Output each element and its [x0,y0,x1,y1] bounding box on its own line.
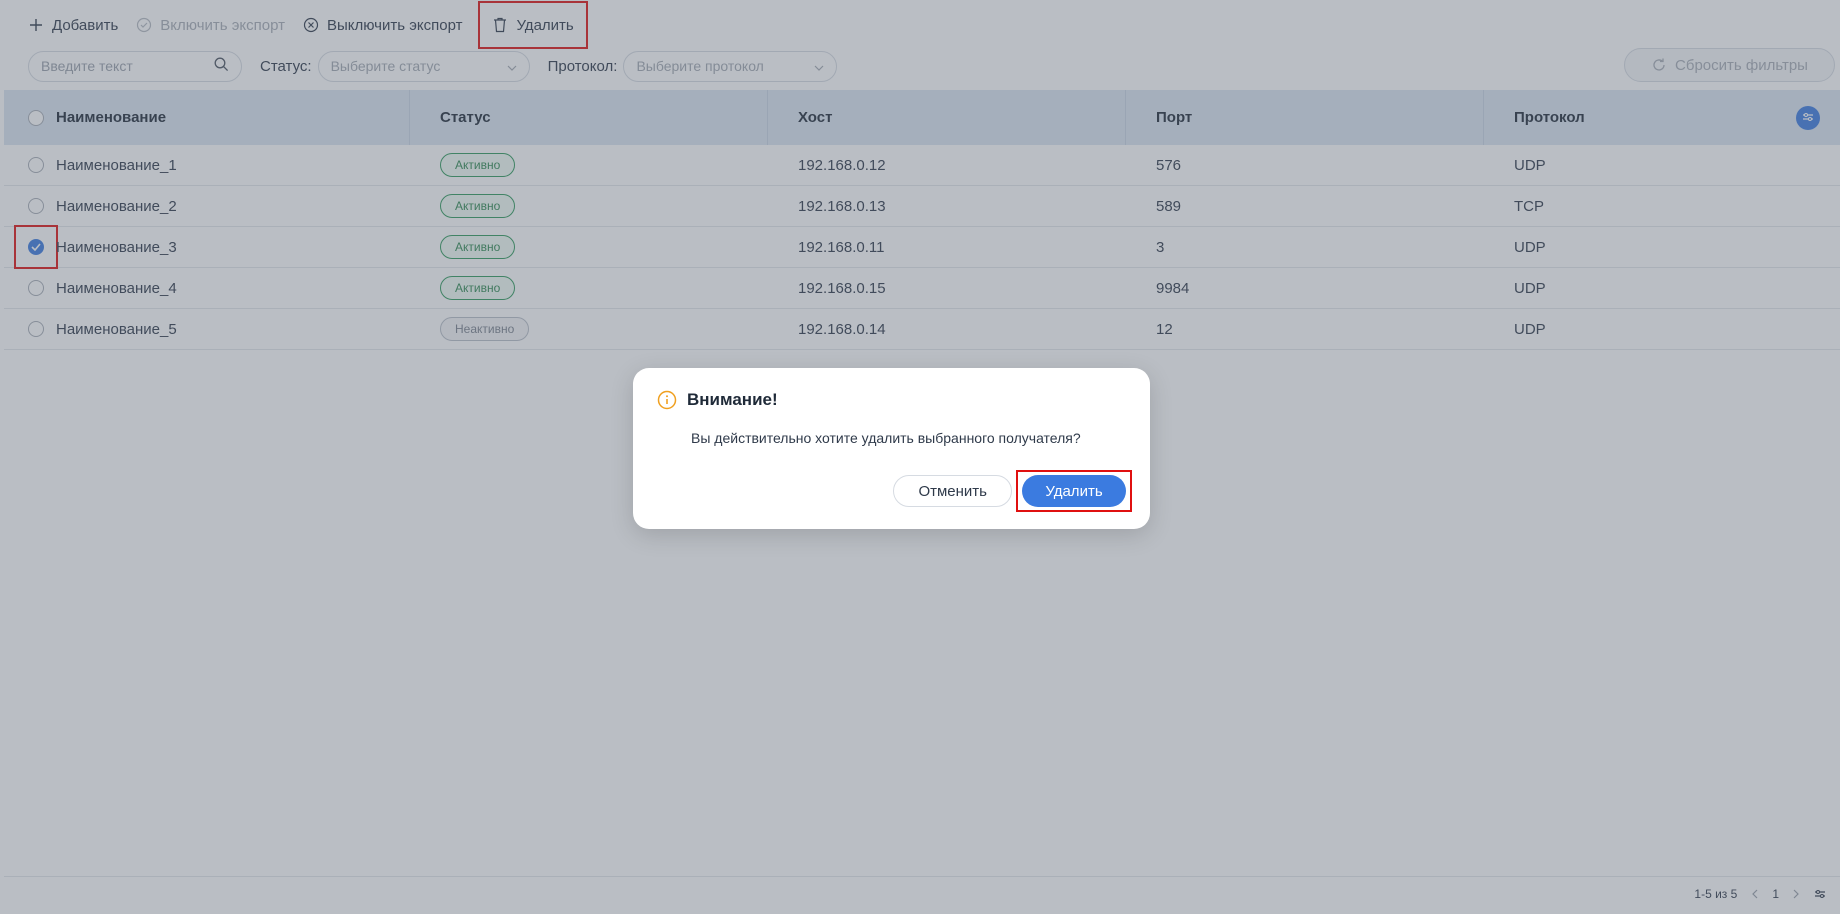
info-warning-icon [657,390,677,410]
cancel-button[interactable]: Отменить [893,475,1012,507]
dialog-title-text: Внимание! [687,390,778,409]
dialog-message: Вы действительно хотите удалить выбранно… [691,430,1081,446]
dialog-actions: Отменить Удалить [893,470,1132,512]
confirm-delete-button[interactable]: Удалить [1022,475,1126,507]
confirm-button-highlight: Удалить [1016,470,1132,512]
confirm-delete-dialog: Внимание! Вы действительно хотите удалит… [633,368,1150,529]
dialog-title: Внимание! [657,390,778,410]
